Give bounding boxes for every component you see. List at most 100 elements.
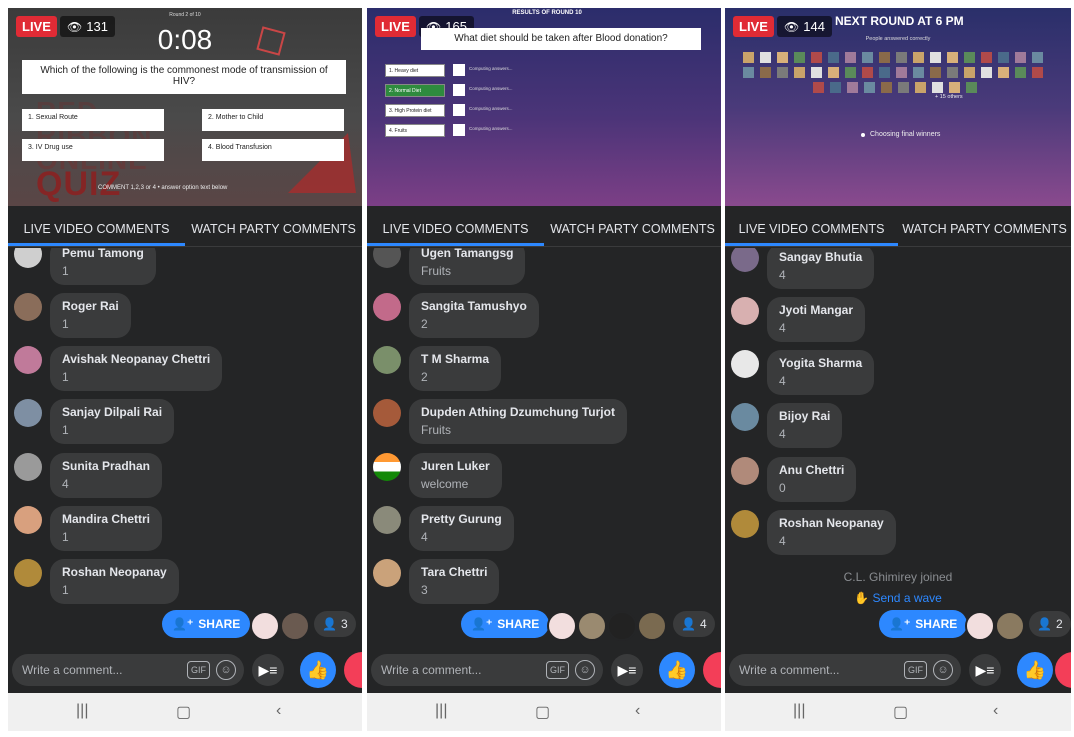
avatar[interactable] (14, 293, 42, 321)
comment-list[interactable]: Sangay Bhutia 4 Jyoti Mangar 4 Yogita Sh… (725, 248, 1071, 608)
commenter-name[interactable]: Sanjay Dilpali Rai (62, 405, 162, 419)
questions-icon[interactable]: ▶≡ (969, 654, 1001, 686)
tab-live-video-comments[interactable]: LIVE VIDEO COMMENTS (8, 212, 185, 246)
avatar[interactable] (373, 399, 401, 427)
commenter-name[interactable]: Sangay Bhutia (779, 250, 862, 264)
live-video-3[interactable]: LIVE 👁 144 NEXT ROUND AT 6 PM People ans… (725, 8, 1071, 206)
like-icon[interactable]: 👍 (300, 652, 336, 688)
avatar[interactable] (14, 559, 42, 587)
like-icon[interactable]: 👍 (659, 652, 695, 688)
watcher-count[interactable]: 👤 2 (1029, 611, 1071, 637)
avatar[interactable] (373, 506, 401, 534)
avatar[interactable] (14, 248, 42, 268)
watcher-count[interactable]: 👤 4 (673, 611, 715, 637)
smiley-icon[interactable]: ☺ (933, 660, 953, 680)
share-button[interactable]: 👤⁺ SHARE (162, 610, 251, 638)
nav-back-icon[interactable]: ‹ (276, 702, 281, 720)
avatar[interactable] (373, 559, 401, 587)
avatar[interactable] (373, 248, 401, 268)
smiley-icon[interactable]: ☺ (216, 660, 236, 680)
share-button[interactable]: 👤⁺ SHARE (879, 610, 968, 638)
commenter-name[interactable]: Juren Luker (421, 459, 490, 473)
comment-input[interactable]: Write a comment... GIF ☺ (12, 654, 244, 686)
avatar[interactable] (731, 350, 759, 378)
tab-live-video-comments[interactable]: LIVE VIDEO COMMENTS (367, 212, 544, 246)
answer-option-1[interactable]: 1. Heavy diet (385, 64, 445, 77)
commenter-name[interactable]: Dupden Athing Dzumchung Turjot (421, 405, 615, 419)
smiley-icon[interactable]: ☺ (575, 660, 595, 680)
avatar[interactable] (731, 510, 759, 538)
answer-option-2[interactable]: 2. Normal Diet (385, 84, 445, 97)
commenter-name[interactable]: Bijoy Rai (779, 409, 830, 423)
watcher-avatar[interactable] (547, 611, 577, 641)
share-button[interactable]: 👤⁺ SHARE (461, 610, 550, 638)
watcher-avatar[interactable] (995, 611, 1025, 641)
commenter-name[interactable]: Sangita Tamushyo (421, 299, 527, 313)
commenter-name[interactable]: Tara Chettri (421, 565, 487, 579)
avatar[interactable] (731, 248, 759, 272)
tab-watch-party-comments[interactable]: WATCH PARTY COMMENTS (185, 212, 362, 246)
nav-recents-icon[interactable]: ||| (793, 702, 805, 720)
gif-icon[interactable]: GIF (187, 661, 210, 679)
commenter-name[interactable]: Mandira Chettri (62, 512, 150, 526)
avatar[interactable] (373, 453, 401, 481)
commenter-name[interactable]: Roshan Neopanay (62, 565, 167, 579)
answer-option-1[interactable]: 1. Sexual Route (22, 109, 164, 131)
commenter-name[interactable]: Pretty Gurung (421, 512, 502, 526)
tab-watch-party-comments[interactable]: WATCH PARTY COMMENTS (898, 212, 1071, 246)
comment-input[interactable]: Write a comment... GIF ☺ (371, 654, 603, 686)
commenter-name[interactable]: Avishak Neopanay Chettri (62, 352, 210, 366)
comment-input[interactable]: Write a comment... GIF ☺ (729, 654, 961, 686)
commenter-name[interactable]: Anu Chettri (779, 463, 844, 477)
send-wave-link[interactable]: ✋ Send a wave (725, 591, 1071, 605)
avatar[interactable] (731, 403, 759, 431)
love-icon[interactable] (703, 652, 721, 688)
avatar[interactable] (14, 346, 42, 374)
avatar[interactable] (14, 453, 42, 481)
answer-option-3[interactable]: 3. High Protein diet (385, 104, 445, 117)
watcher-avatar[interactable] (607, 611, 637, 641)
avatar[interactable] (731, 297, 759, 325)
nav-back-icon[interactable]: ‹ (635, 702, 640, 720)
questions-icon[interactable]: ▶≡ (611, 654, 643, 686)
commenter-name[interactable]: Sunita Pradhan (62, 459, 150, 473)
nav-recents-icon[interactable]: ||| (435, 702, 447, 720)
commenter-name[interactable]: T M Sharma (421, 352, 489, 366)
gif-icon[interactable]: GIF (546, 661, 569, 679)
tab-watch-party-comments[interactable]: WATCH PARTY COMMENTS (544, 212, 721, 246)
gif-icon[interactable]: GIF (904, 661, 927, 679)
love-icon[interactable] (1055, 652, 1071, 688)
commenter-name[interactable]: Roger Rai (62, 299, 119, 313)
live-video-1[interactable]: RED RIBBON ONLINE QUIZ LIVE 👁 131 Round … (8, 8, 362, 206)
nav-home-icon[interactable]: ▢ (893, 702, 908, 722)
live-video-2[interactable]: LIVE 👁 165 RESULTS OF ROUND 10 What diet… (367, 8, 721, 206)
love-icon[interactable] (344, 652, 362, 688)
commenter-name[interactable]: Ugen Tamangsg (421, 248, 513, 260)
commenter-name[interactable]: Jyoti Mangar (779, 303, 853, 317)
tab-live-video-comments[interactable]: LIVE VIDEO COMMENTS (725, 212, 898, 246)
comment-list[interactable]: Ugen Tamangsg Fruits Sangita Tamushyo 2 … (367, 248, 721, 608)
avatar[interactable] (731, 457, 759, 485)
nav-home-icon[interactable]: ▢ (535, 702, 550, 722)
avatar[interactable] (373, 293, 401, 321)
commenter-name[interactable]: Pemu Tamong (62, 248, 144, 260)
answer-option-4[interactable]: 4. Fruits (385, 124, 445, 137)
watcher-avatar[interactable] (637, 611, 667, 641)
answer-option-2[interactable]: 2. Mother to Child (202, 109, 344, 131)
watcher-avatar[interactable] (250, 611, 280, 641)
commenter-name[interactable]: Roshan Neopanay (779, 516, 884, 530)
comment-list[interactable]: Pemu Tamong 1 Roger Rai 1 Avishak Neopan… (8, 248, 362, 608)
answer-option-4[interactable]: 4. Blood Transfusion (202, 139, 344, 161)
watcher-avatar[interactable] (280, 611, 310, 641)
watcher-avatar[interactable] (577, 611, 607, 641)
commenter-name[interactable]: Yogita Sharma (779, 356, 862, 370)
watcher-count[interactable]: 👤 3 (314, 611, 356, 637)
answer-option-3[interactable]: 3. IV Drug use (22, 139, 164, 161)
avatar[interactable] (373, 346, 401, 374)
watcher-avatar[interactable] (965, 611, 995, 641)
questions-icon[interactable]: ▶≡ (252, 654, 284, 686)
avatar[interactable] (14, 399, 42, 427)
like-icon[interactable]: 👍 (1017, 652, 1053, 688)
nav-home-icon[interactable]: ▢ (176, 702, 191, 722)
avatar[interactable] (14, 506, 42, 534)
